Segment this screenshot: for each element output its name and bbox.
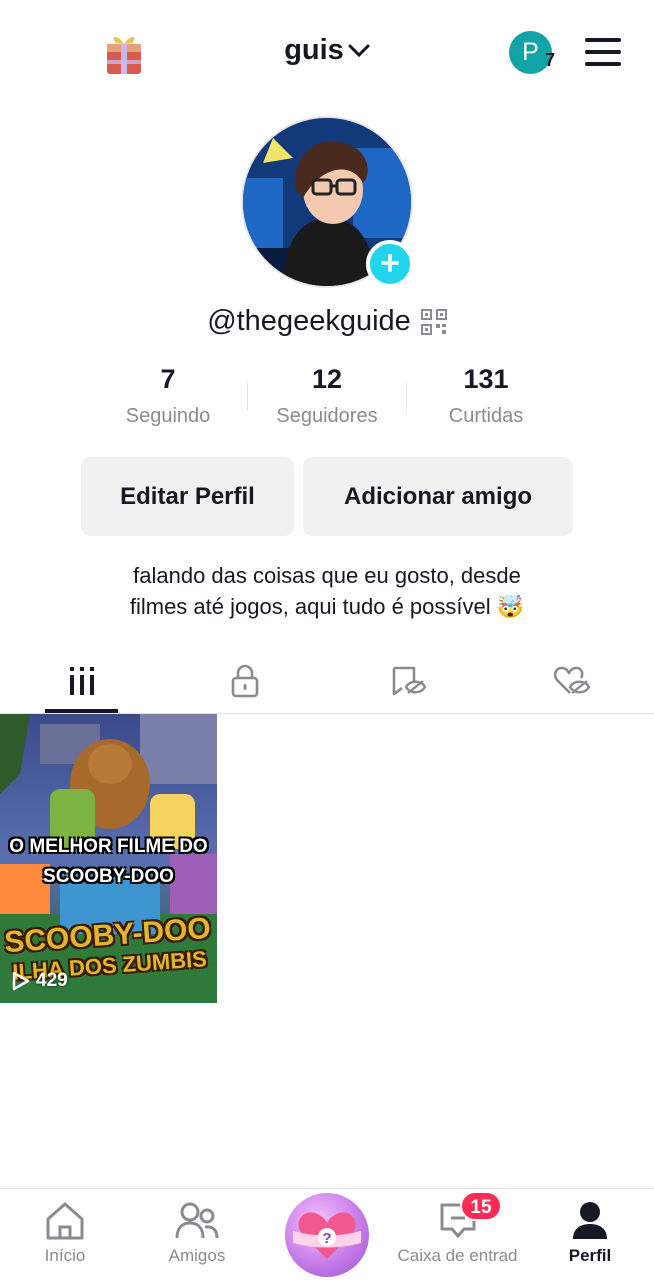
home-icon [46, 1202, 84, 1240]
top-bar: guis P 7 [0, 0, 654, 104]
stat-value: 131 [463, 364, 509, 394]
overlay-title-line: SCOOBY-DOO [43, 866, 174, 887]
qr-code-icon[interactable] [420, 309, 447, 336]
profile-tabs [0, 648, 654, 714]
nav-friends-label: Amigos [168, 1246, 226, 1265]
account-switcher[interactable]: guis [0, 34, 654, 67]
stat-label: Curtidas [448, 405, 524, 427]
nav-profile-label: Perfil [568, 1246, 612, 1265]
tab-reposts[interactable] [327, 648, 491, 714]
nav-home[interactable]: Início [15, 1189, 115, 1280]
create-button[interactable]: ? [285, 1193, 369, 1277]
stat-label: Seguindo [125, 405, 211, 427]
view-count: 429 [12, 970, 68, 992]
tab-videos[interactable] [0, 648, 164, 714]
profile-bio: falando das coisas que eu gosto, desde f… [60, 560, 594, 622]
notification-count: 7 [545, 50, 556, 70]
profile-handle: @thegeekguide [207, 305, 411, 337]
stat-likes[interactable]: 131 Curtidas [406, 364, 566, 428]
stat-value: 7 [160, 364, 176, 394]
bio-line: filmes até jogos, aqui tudo é possível 🤯 [129, 594, 525, 619]
active-tab-indicator [45, 709, 118, 713]
tab-private[interactable] [164, 648, 328, 714]
nav-inbox[interactable]: Caixa de entrad [390, 1189, 525, 1280]
bio-line: falando das coisas que eu gosto, desde [133, 563, 521, 588]
hamburger-menu-icon[interactable] [585, 38, 621, 68]
hidden-heart-icon [554, 666, 591, 694]
nav-inbox-label: Caixa de entrad [397, 1246, 518, 1265]
hidden-bookmark-icon [392, 666, 427, 696]
inbox-badge: 15 [460, 1191, 502, 1221]
nav-friends[interactable]: Amigos [147, 1189, 247, 1280]
stat-value: 12 [311, 364, 343, 394]
video-thumbnail[interactable]: O MELHOR FILME DO SCOOBY-DOO SCOOBY-DOO … [0, 714, 217, 1003]
lock-icon [231, 664, 259, 698]
svg-text:?: ? [322, 1230, 331, 1247]
stat-followers[interactable]: 12 Seguidores [247, 364, 407, 428]
video-grid-icon [69, 667, 94, 695]
username: guis [284, 34, 344, 66]
view-count-value: 429 [36, 970, 68, 991]
video-overlay-title: O MELHOR FILME DO SCOOBY-DOO [0, 832, 217, 892]
friends-icon [175, 1202, 219, 1239]
nav-home-label: Início [44, 1246, 86, 1265]
nav-profile[interactable]: Perfil [545, 1189, 635, 1280]
overlay-title-line: O MELHOR FILME DO [9, 836, 208, 857]
profile-handle-row: @thegeekguide [0, 305, 654, 338]
add-friend-button[interactable]: Adicionar amigo [303, 457, 573, 536]
add-avatar-button[interactable]: + [366, 240, 414, 288]
bottom-navigation: Início Amigos ? Caixa de entrad Perfil [0, 1188, 654, 1280]
stat-following[interactable]: 7 Seguindo [88, 364, 248, 428]
edit-profile-button[interactable]: Editar Perfil [81, 457, 294, 536]
stat-label: Seguidores [276, 405, 378, 427]
chevron-down-icon [348, 44, 370, 58]
mystery-gift-icon: ? [293, 1212, 361, 1259]
play-icon [12, 971, 30, 991]
tab-liked[interactable] [491, 648, 654, 714]
profile-icon [573, 1202, 607, 1239]
